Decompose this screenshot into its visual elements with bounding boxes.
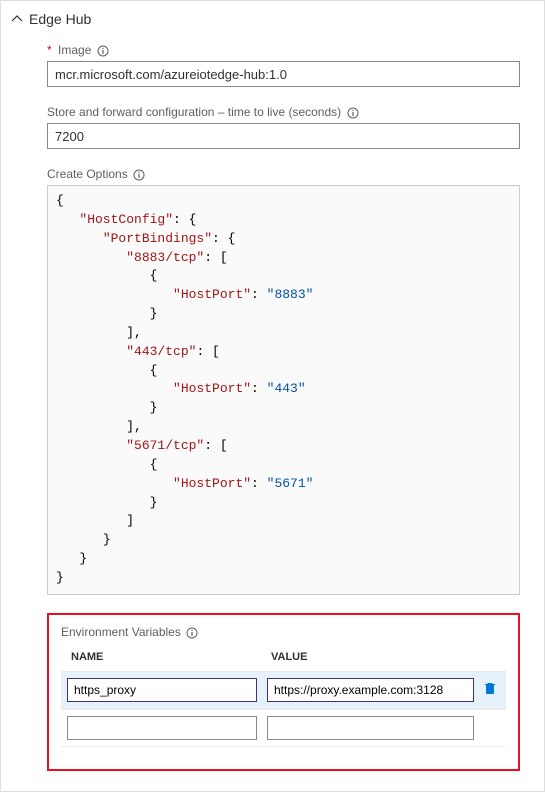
env-name-input[interactable] bbox=[67, 678, 257, 702]
chevron-up-icon bbox=[11, 13, 23, 25]
create-options-field: Create Options { "HostConfig": { "PortBi… bbox=[47, 167, 520, 595]
environment-variables-section: Environment Variables NAME VALUE bbox=[47, 613, 520, 771]
ttl-label: Store and forward configuration – time t… bbox=[47, 105, 520, 119]
section-header[interactable]: Edge Hub bbox=[11, 1, 520, 43]
ttl-input[interactable] bbox=[47, 123, 520, 149]
section-title: Edge Hub bbox=[29, 11, 91, 27]
env-col-value: VALUE bbox=[271, 651, 500, 663]
env-vars-label: Environment Variables bbox=[61, 625, 506, 639]
env-table-header: NAME VALUE bbox=[61, 651, 506, 671]
edge-hub-panel: Edge Hub * Image Store and forward confi… bbox=[0, 0, 545, 792]
info-icon[interactable] bbox=[133, 169, 145, 181]
image-input[interactable] bbox=[47, 61, 520, 87]
env-col-name: NAME bbox=[71, 651, 271, 663]
env-vars-table: NAME VALUE bbox=[61, 651, 506, 747]
image-label: * Image bbox=[47, 43, 520, 57]
info-icon[interactable] bbox=[347, 107, 359, 119]
env-value-input[interactable] bbox=[267, 716, 474, 740]
env-row bbox=[61, 671, 506, 709]
env-name-input[interactable] bbox=[67, 716, 257, 740]
env-row bbox=[61, 709, 506, 747]
info-icon[interactable] bbox=[97, 45, 109, 57]
create-options-editor[interactable]: { "HostConfig": { "PortBindings": { "888… bbox=[47, 185, 520, 595]
env-value-input[interactable] bbox=[267, 678, 474, 702]
trash-icon bbox=[483, 683, 497, 698]
ttl-field: Store and forward configuration – time t… bbox=[47, 105, 520, 149]
delete-row-button[interactable] bbox=[483, 681, 497, 698]
create-options-label: Create Options bbox=[47, 167, 520, 181]
info-icon[interactable] bbox=[186, 627, 198, 639]
image-field: * Image bbox=[47, 43, 520, 87]
